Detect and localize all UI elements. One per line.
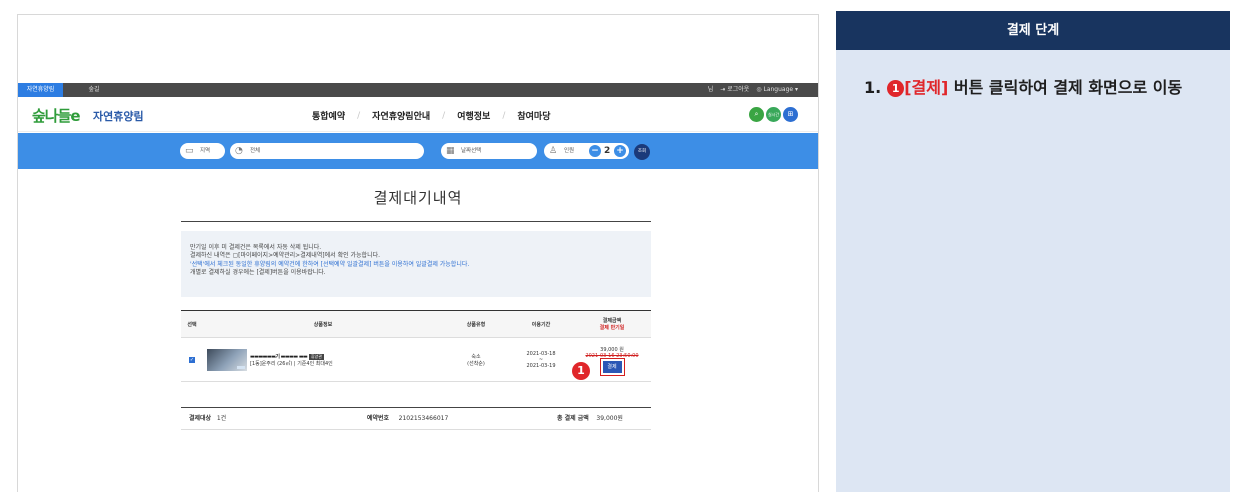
- step-highlight: [결제]: [904, 78, 949, 97]
- step-item: 1. 1 [결제] 버튼 클릭하여 결제 화면으로 이동: [836, 50, 1230, 99]
- product-info: ▬▬▬▬▬▬기 ▬▬▬▬ ▬▬ 휴양관 [1동]운주리 (26㎡) | 기준4인…: [203, 348, 443, 371]
- payment-summary: 결제대상 1건 예약번호 2102153466017 총 결제 금액 39,00…: [181, 407, 651, 430]
- summary-total-value: 39,000원: [596, 415, 623, 422]
- instruction-panel: 결제 단계 1. 1 [결제] 버튼 클릭하여 결제 화면으로 이동: [836, 11, 1230, 492]
- step-body: 1 [결제] 버튼 클릭하여 결제 화면으로 이동: [887, 76, 1182, 99]
- site-logo[interactable]: 숲나들e: [32, 105, 81, 126]
- product-name: ▬▬▬▬▬▬기 ▬▬▬▬ ▬▬: [250, 353, 308, 360]
- date-select[interactable]: ▦ 날짜선택: [441, 143, 537, 159]
- step-badge: 1: [887, 80, 905, 97]
- title-divider: [181, 221, 651, 222]
- header-icons: ⌕ 실시간 예약가능 ⊞: [749, 107, 798, 132]
- summary-target-label: 결제대상: [189, 415, 212, 422]
- product-detail: [1동]운주리 (26㎡) | 기준4인 최대4인: [250, 360, 333, 367]
- date-label: 날짜선택: [461, 148, 482, 154]
- increase-people-button[interactable]: +: [614, 145, 626, 157]
- decrease-people-button[interactable]: −: [589, 145, 601, 157]
- col-type: 상품유형: [466, 321, 486, 328]
- usage-period: 2021-03-18 ~ 2021-03-19: [509, 351, 573, 369]
- period-end: 2021-03-19: [526, 362, 556, 369]
- tab-trail[interactable]: 숲길: [82, 83, 106, 97]
- panel-title: 결제 단계: [836, 11, 1230, 50]
- notice-line: 개별로 결제하실 경우에는 [결제]버튼을 이용바랍니다.: [190, 269, 326, 277]
- product-badge: 휴양관: [308, 353, 324, 360]
- summary-reservation: 예약번호 2102153466017: [367, 408, 448, 430]
- people-icon: ♙: [549, 146, 558, 156]
- nav-separator: /: [442, 110, 446, 121]
- site-header: 숲나들e 자연휴양림 통합예약 / 자연휴양림안내 / 여행정보 / 참여마당 …: [18, 97, 818, 132]
- user-name: 님: [707, 86, 714, 93]
- due-date: 2021-03-16 23:50:00: [585, 353, 639, 359]
- region-select[interactable]: ▭ 지역: [180, 143, 225, 159]
- grid-menu-icon[interactable]: ⊞: [783, 107, 798, 122]
- col-product: 상품정보: [313, 321, 333, 328]
- summary-target: 결제대상 1건: [189, 408, 226, 430]
- col-select: 선택: [187, 321, 197, 328]
- step-number: 1.: [864, 78, 882, 97]
- forest-select[interactable]: ◔ 전체: [230, 143, 424, 159]
- nav-item-forest-guide[interactable]: 자연휴양림안내: [372, 109, 430, 122]
- product-text: ▬▬▬▬▬▬기 ▬▬▬▬ ▬▬ 휴양관 [1동]운주리 (26㎡) | 기준4인…: [250, 353, 333, 367]
- page-title: 결제대기내역: [373, 189, 463, 207]
- amount-value: 39,000 원: [600, 347, 624, 353]
- product-type-value: 숙소: [471, 353, 481, 360]
- col-period: 이용기간: [531, 321, 551, 328]
- product-thumbnail: [207, 348, 247, 371]
- utility-links: 님 ⇥ 로그아웃 ◎ Language ▾: [708, 83, 798, 97]
- notice-line: '선택'에서 체크된 동일한 휴양림의 예약건에 한하여 [선택예약 일괄결제]…: [190, 260, 470, 268]
- summary-total-label: 총 결제 금액: [557, 415, 589, 422]
- summary-total: 총 결제 금액 39,000원: [557, 408, 623, 430]
- row-select-cell: ✓: [181, 356, 203, 363]
- col-amount: 결제금액 결제 만기일: [573, 317, 651, 331]
- product-type-sub: (선착순): [467, 360, 485, 367]
- search-button[interactable]: 조회: [634, 144, 650, 160]
- nav-separator: /: [502, 110, 506, 121]
- nav-item-reservation[interactable]: 통합예약: [312, 109, 345, 122]
- nav-item-travel-info[interactable]: 여행정보: [457, 109, 490, 122]
- summary-target-value: 1건: [216, 415, 227, 422]
- notice-box: 만기일 이후 미 결제건은 목록에서 자동 삭제 됩니다. 결제하신 내역은 ▢…: [181, 231, 651, 297]
- realtime-booking-icon[interactable]: 실시간 예약가능: [766, 107, 781, 132]
- top-utility-bar: 자연휴양림 숲길 님 ⇥ 로그아웃 ◎ Language ▾: [18, 83, 818, 97]
- people-count: 2: [604, 146, 611, 156]
- map-icon: ▭: [185, 146, 194, 156]
- people-label: 인원: [564, 148, 575, 154]
- logout-link[interactable]: ⇥ 로그아웃: [720, 83, 749, 97]
- location-icon: ◔: [235, 146, 243, 156]
- col-due-label: 결제 만기일: [599, 325, 625, 331]
- search-icon[interactable]: ⌕: [749, 107, 764, 122]
- table-header: 선택 상품정보 상품유형 이용기간 결제금액 결제 만기일: [181, 311, 651, 338]
- nav-item-community[interactable]: 참여마당: [517, 109, 550, 122]
- pay-button[interactable]: 결제: [599, 358, 625, 376]
- tab-forest[interactable]: 자연휴양림: [18, 83, 63, 97]
- website-screenshot: 자연휴양림 숲길 님 ⇥ 로그아웃 ◎ Language ▾ 숲나들e 자연휴양…: [17, 14, 819, 492]
- notice-line: 결제하신 내역은 ▢[마이페이지>예약관리>결제내역]에서 확인 가능합니다.: [190, 252, 381, 260]
- language-select[interactable]: ◎ Language ▾: [756, 83, 798, 97]
- col-amount-label: 결제금액: [602, 318, 622, 324]
- step-marker: 1: [572, 362, 590, 380]
- nav-separator: /: [357, 110, 361, 121]
- main-nav: 통합예약 / 자연휴양림안내 / 여행정보 / 참여마당: [312, 109, 550, 123]
- region-label: 지역: [200, 148, 211, 154]
- row-checkbox[interactable]: ✓: [189, 356, 195, 363]
- people-stepper: ♙ 인원 − 2 +: [544, 143, 629, 159]
- product-type: 숙소 (선착순): [443, 353, 509, 367]
- summary-reservation-label: 예약번호: [367, 415, 390, 422]
- summary-reservation-value: 2102153466017: [398, 415, 449, 422]
- search-bar: ▭ 지역 ◔ 전체 ▦ 날짜선택 ♙ 인원 − 2 + 조회: [18, 133, 818, 169]
- forest-select-label: 전체: [250, 148, 261, 154]
- step-text: 버튼 클릭하여 결제 화면으로 이동: [948, 78, 1183, 97]
- calendar-icon: ▦: [446, 146, 455, 156]
- site-title[interactable]: 자연휴양림: [93, 108, 144, 124]
